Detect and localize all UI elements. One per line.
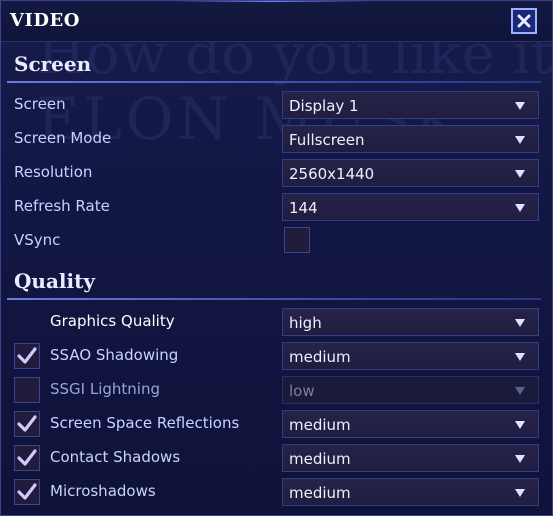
setting-row-vsync: VSync (1, 224, 552, 258)
setting-row-resolution: Resolution 2560x1440 (1, 156, 552, 190)
screen-space-reflections-dropdown-value: medium (289, 416, 351, 434)
setting-label-refresh-rate: Refresh Rate (14, 197, 110, 215)
chevron-down-icon (515, 489, 525, 497)
screen-dropdown-value: Display 1 (289, 97, 359, 115)
chevron-down-icon (515, 204, 525, 212)
chevron-down-icon (515, 136, 525, 144)
check-icon (17, 483, 37, 500)
screen-mode-dropdown-value: Fullscreen (289, 131, 365, 149)
setting-label-ssao-shadowing: SSAO Shadowing (50, 346, 179, 364)
section-heading-screen: Screen (14, 52, 92, 76)
title-bar-glow (171, 1, 371, 2)
contact-shadows-dropdown-value: medium (289, 450, 351, 468)
window-title: VIDEO (10, 10, 80, 31)
ssgi-lightning-dropdown-value: low (289, 382, 315, 400)
graphics-quality-dropdown[interactable]: high (282, 308, 539, 336)
ssgi-lightning-dropdown: low (282, 376, 539, 404)
video-settings-window: How do you like it, ELON MUSK VIDEO Scre… (0, 0, 553, 516)
setting-row-graphics-quality: Graphics Quality high (1, 305, 552, 339)
chevron-down-icon (515, 319, 525, 327)
close-icon (517, 14, 531, 28)
section-divider-screen (7, 81, 541, 83)
setting-row-contact-shadows: Contact Shadows medium (1, 441, 552, 475)
setting-label-resolution: Resolution (14, 163, 93, 181)
setting-label-microshadows: Microshadows (50, 482, 156, 500)
microshadows-dropdown-value: medium (289, 484, 351, 502)
setting-label-contact-shadows: Contact Shadows (50, 448, 181, 466)
chevron-down-icon (515, 170, 525, 178)
setting-row-screen: Screen Display 1 (1, 88, 552, 122)
setting-label-screen-mode: Screen Mode (14, 129, 112, 147)
screen-dropdown[interactable]: Display 1 (282, 91, 539, 119)
screen-space-reflections-checkbox[interactable] (14, 411, 40, 437)
resolution-dropdown-value: 2560x1440 (289, 165, 375, 183)
setting-row-ssgi-lightning: SSGI Lightning low (1, 373, 552, 407)
screen-mode-dropdown[interactable]: Fullscreen (282, 125, 539, 153)
contact-shadows-checkbox[interactable] (14, 445, 40, 471)
check-icon (17, 347, 37, 364)
section-heading-quality: Quality (14, 269, 95, 293)
setting-label-screen-space-reflections: Screen Space Reflections (50, 414, 240, 432)
check-icon (17, 449, 37, 466)
chevron-down-icon (515, 421, 525, 429)
resolution-dropdown[interactable]: 2560x1440 (282, 159, 539, 187)
chevron-down-icon (515, 353, 525, 361)
setting-row-screen-space-reflections: Screen Space Reflections medium (1, 407, 552, 441)
refresh-rate-dropdown-value: 144 (289, 199, 318, 217)
microshadows-dropdown[interactable]: medium (282, 478, 539, 506)
chevron-down-icon (515, 387, 525, 395)
chevron-down-icon (515, 455, 525, 463)
title-bar: VIDEO (1, 1, 552, 42)
chevron-down-icon (515, 102, 525, 110)
refresh-rate-dropdown[interactable]: 144 (282, 193, 539, 221)
setting-label-graphics-quality: Graphics Quality (50, 312, 175, 330)
microshadows-checkbox[interactable] (14, 479, 40, 505)
section-divider-quality (7, 298, 541, 300)
setting-row-refresh-rate: Refresh Rate 144 (1, 190, 552, 224)
close-button[interactable] (511, 8, 537, 34)
ssao-shadowing-dropdown-value: medium (289, 348, 351, 366)
ssgi-lightning-checkbox[interactable] (14, 377, 40, 403)
setting-row-ssao-shadowing: SSAO Shadowing medium (1, 339, 552, 373)
setting-label-screen: Screen (14, 95, 66, 113)
setting-row-microshadows: Microshadows medium (1, 475, 552, 509)
setting-row-screen-mode: Screen Mode Fullscreen (1, 122, 552, 156)
ssao-shadowing-checkbox[interactable] (14, 343, 40, 369)
graphics-quality-dropdown-value: high (289, 314, 322, 332)
screen-space-reflections-dropdown[interactable]: medium (282, 410, 539, 438)
vsync-checkbox[interactable] (284, 227, 310, 253)
setting-label-ssgi-lightning: SSGI Lightning (50, 380, 160, 398)
ssao-shadowing-dropdown[interactable]: medium (282, 342, 539, 370)
contact-shadows-dropdown[interactable]: medium (282, 444, 539, 472)
setting-label-vsync: VSync (14, 231, 61, 249)
check-icon (17, 415, 37, 432)
